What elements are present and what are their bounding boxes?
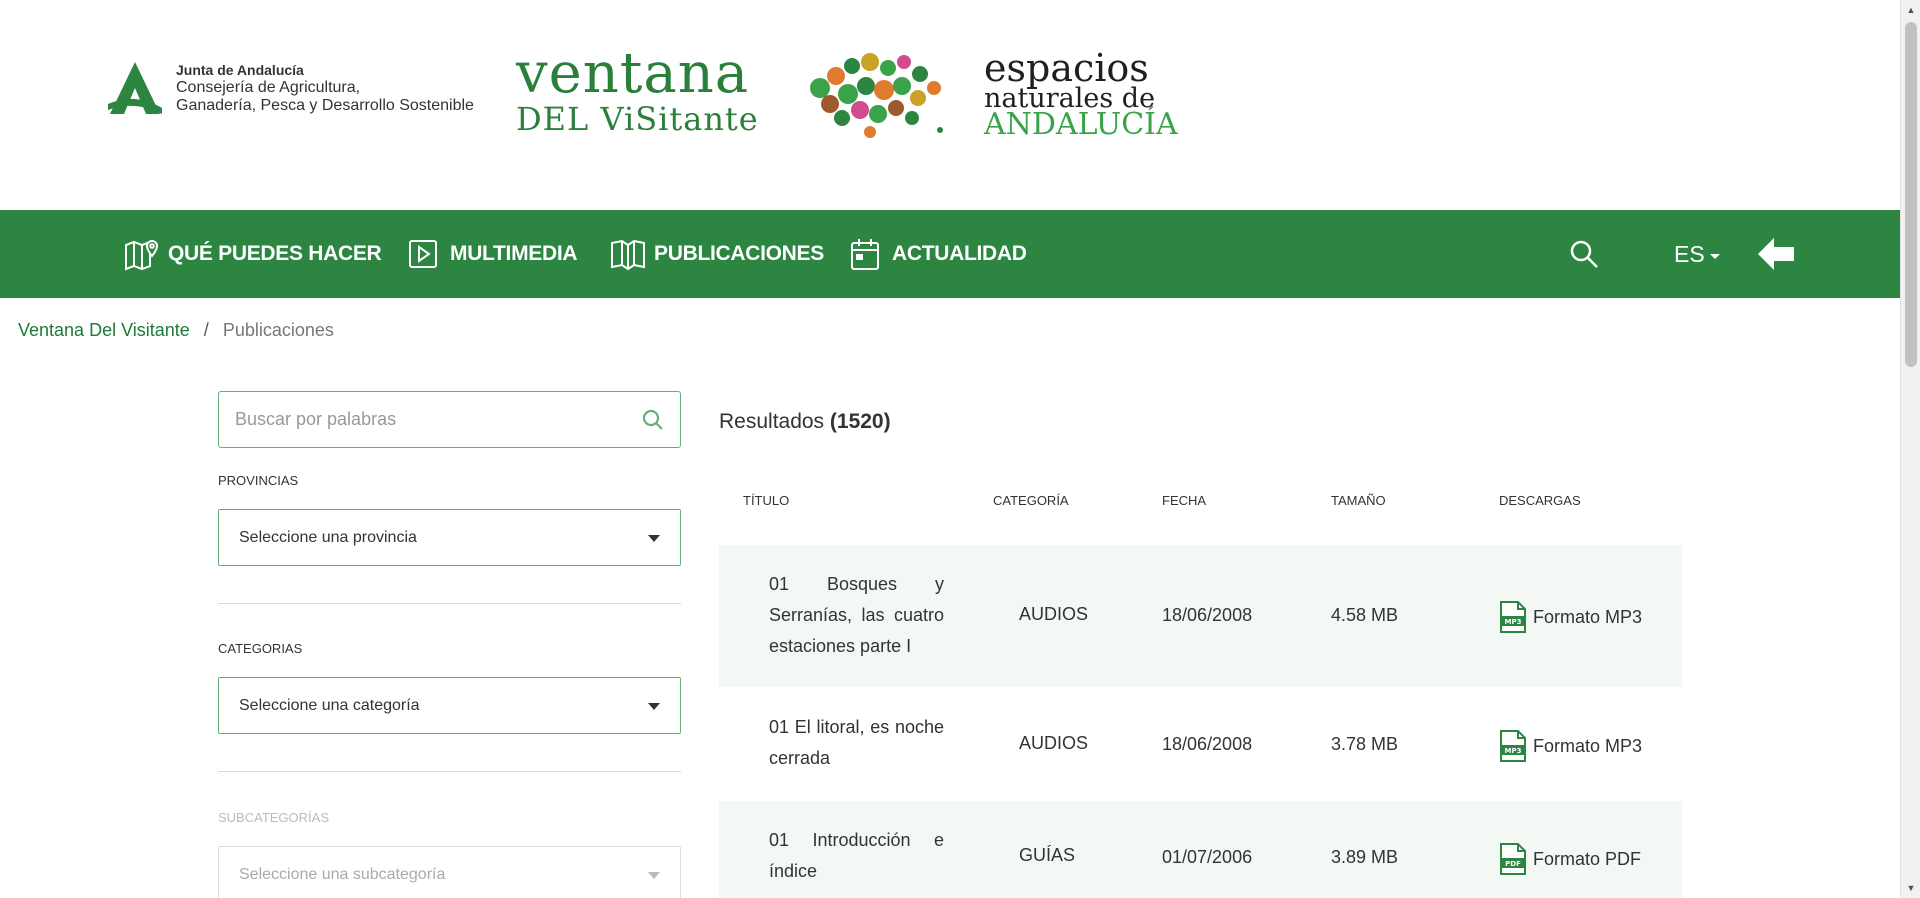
- breadcrumb-home-link[interactable]: Ventana Del Visitante: [18, 320, 190, 341]
- keyword-search-input[interactable]: [219, 392, 619, 447]
- row-title[interactable]: 01 Introducción e índice: [769, 825, 944, 887]
- provincias-label: PROVINCIAS: [218, 473, 299, 488]
- calendar-icon: [851, 239, 879, 270]
- row-size: 3.89 MB: [1331, 847, 1399, 867]
- download-label: Formato PDF: [1533, 848, 1642, 869]
- download-label: Formato MP3: [1533, 735, 1643, 756]
- results-heading: Resultados (1520): [719, 410, 891, 434]
- mp3-file-icon: MP3: [1500, 730, 1526, 762]
- table-row: 01 El litoral, es noche cerrada AUDIOS 1…: [719, 687, 1682, 801]
- row-category: GUÍAS: [1019, 845, 1076, 865]
- ventana-logo-line2: DEL ViSitante: [516, 100, 759, 138]
- provincia-select[interactable]: Seleccione una provincia: [218, 509, 681, 566]
- column-header-fecha[interactable]: FECHA: [1162, 493, 1206, 508]
- nav-publicaciones[interactable]: PUBLICACIONES: [610, 210, 824, 298]
- table-row: 01 Introducción e índice GUÍAS 01/07/200…: [719, 801, 1682, 898]
- download-link[interactable]: MP3 Formato MP3: [1499, 601, 1642, 633]
- nav-actualidad[interactable]: ACTUALIDAD: [848, 210, 1027, 298]
- breadcrumb: Ventana Del Visitante / Publicaciones: [18, 320, 334, 341]
- column-header-descargas[interactable]: DESCARGAS: [1499, 493, 1581, 508]
- espacios-logo-line1: espacios: [984, 46, 1149, 90]
- ventana-del-visitante-logo[interactable]: ventana DEL ViSitante: [516, 41, 759, 138]
- file-type-label: MP3: [1505, 618, 1522, 626]
- scrollbar-thumb[interactable]: [1905, 22, 1917, 367]
- language-label: ES: [1674, 240, 1705, 267]
- language-selector[interactable]: ES: [1674, 210, 1720, 298]
- caret-down-icon: [648, 872, 660, 879]
- espacios-naturales-logo[interactable]: espacios naturales de ANDALUCÍA: [984, 46, 1178, 142]
- results-label: Resultados: [719, 410, 825, 433]
- column-header-tamano[interactable]: TAMAÑO: [1331, 493, 1386, 508]
- row-date: 01/07/2006: [1162, 847, 1253, 867]
- row-size: 4.58 MB: [1331, 605, 1399, 625]
- nav-label: PUBLICACIONES: [654, 242, 824, 265]
- pdf-file-icon: PDF: [1500, 843, 1526, 875]
- subcategoria-select-value: Seleccione una subcategoría: [239, 865, 446, 883]
- search-icon[interactable]: [642, 409, 664, 431]
- file-type-label: PDF: [1505, 860, 1521, 868]
- junta-andalucia-logo[interactable]: Junta de Andalucía Consejería de Agricul…: [104, 60, 474, 116]
- ventana-logo-line1: ventana: [516, 41, 750, 106]
- categorias-label: CATEGORIAS: [218, 641, 303, 656]
- search-icon[interactable]: [1568, 238, 1600, 270]
- nav-label: QUÉ PUEDES HACER: [168, 242, 382, 265]
- download-link[interactable]: MP3 Formato MP3: [1499, 730, 1642, 762]
- row-category: AUDIOS: [1019, 733, 1089, 753]
- table-row: 01 Bosques y Serranías, las cuatro estac…: [719, 545, 1682, 687]
- filter-divider: [218, 771, 681, 772]
- chevron-down-icon: [1709, 253, 1720, 259]
- column-header-categoria[interactable]: CATEGORÍA: [993, 493, 1069, 508]
- nature-illustration-logo: [810, 53, 943, 138]
- consejeria-line2: Ganadería, Pesca y Desarrollo Sostenible: [176, 97, 474, 114]
- espacios-logo-line3: ANDALUCÍA: [984, 107, 1178, 142]
- file-type-label: MP3: [1505, 747, 1522, 755]
- consejeria-line1: Consejería de Agricultura,: [176, 79, 361, 96]
- junta-name: Junta de Andalucía: [176, 62, 304, 78]
- row-title[interactable]: 01 El litoral, es noche cerrada: [769, 712, 944, 774]
- column-header-titulo[interactable]: TÍTULO: [743, 493, 789, 508]
- page: Junta de Andalucía Consejería de Agricul…: [0, 0, 1900, 898]
- row-date: 18/06/2008: [1162, 734, 1253, 754]
- arrow-left-icon[interactable]: [1756, 236, 1796, 272]
- results-count: (1520): [829, 410, 891, 433]
- download-label: Formato MP3: [1533, 606, 1643, 627]
- row-category: AUDIOS: [1019, 604, 1089, 624]
- provincia-select-value: Seleccione una provincia: [239, 528, 417, 546]
- caret-down-icon: [648, 535, 660, 542]
- site-header: Junta de Andalucía Consejería de Agricul…: [0, 0, 1900, 210]
- nav-label: MULTIMEDIA: [450, 242, 578, 265]
- nav-multimedia[interactable]: MULTIMEDIA: [406, 210, 578, 298]
- junta-logo-icon: [108, 62, 162, 114]
- categoria-select-value: Seleccione una categoría: [239, 696, 420, 714]
- junta-text: Junta de Andalucía Consejería de Agricul…: [176, 61, 474, 115]
- download-link[interactable]: PDF Formato PDF: [1499, 843, 1641, 875]
- main-nav: QUÉ PUEDES HACER MULTIMEDIA PUBLICACIONE…: [0, 210, 1900, 298]
- nav-que-puedes-hacer[interactable]: QUÉ PUEDES HACER: [124, 210, 382, 298]
- scroll-up-icon[interactable]: ▲: [1901, 0, 1920, 20]
- mp3-file-icon: MP3: [1500, 601, 1526, 633]
- map-pin-icon: [125, 239, 159, 271]
- breadcrumb-separator: /: [203, 320, 209, 340]
- book-icon: [611, 239, 645, 271]
- vertical-scrollbar[interactable]: ▲ ▼: [1900, 0, 1920, 898]
- subcategorias-label: SUBCATEGORÍAS: [218, 810, 330, 825]
- row-date: 18/06/2008: [1162, 605, 1253, 625]
- row-size: 3.78 MB: [1331, 734, 1399, 754]
- scroll-down-icon[interactable]: ▼: [1901, 878, 1920, 898]
- keyword-search-box: [218, 391, 681, 448]
- row-title[interactable]: 01 Bosques y Serranías, las cuatro estac…: [769, 569, 944, 662]
- filter-divider: [218, 603, 681, 604]
- categoria-select[interactable]: Seleccione una categoría: [218, 677, 681, 734]
- nav-label: ACTUALIDAD: [892, 242, 1027, 265]
- caret-down-icon: [648, 703, 660, 710]
- subcategoria-select[interactable]: Seleccione una subcategoría: [218, 846, 681, 898]
- breadcrumb-current: Publicaciones: [222, 320, 334, 340]
- play-icon: [409, 240, 437, 268]
